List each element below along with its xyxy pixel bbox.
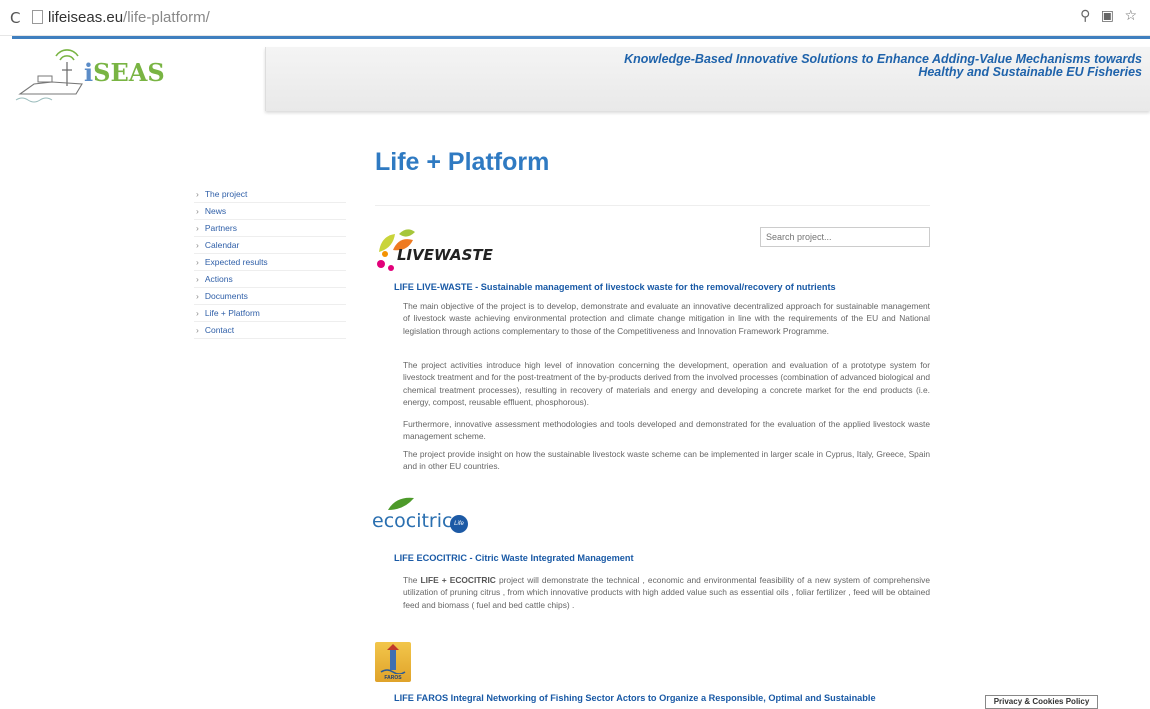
project-title-livewaste[interactable]: LIFE LIVE-WASTE - Sustainable management… (394, 282, 836, 292)
nav-item-actions[interactable]: › Actions (194, 271, 346, 288)
project-title-faros[interactable]: LIFE FAROS Integral Networking of Fishin… (394, 693, 876, 703)
main-content: Life + Platform (375, 148, 930, 206)
chevron-right-icon: › (196, 223, 199, 233)
livewaste-paragraph-1: The main objective of the project is to … (403, 301, 930, 336)
nav-item-partners[interactable]: › Partners (194, 220, 346, 237)
livewaste-paragraph-3: Furthermore, innovative assessment metho… (403, 419, 930, 442)
ship-antenna-icon (15, 49, 83, 103)
life-badge-icon: Life (450, 515, 468, 533)
lighthouse-icon (380, 644, 406, 675)
ecocitric-logo[interactable]: ecocitric Life (372, 496, 472, 540)
chevron-right-icon: › (196, 257, 199, 267)
livewaste-wordmark: LIVEWASTE (397, 246, 493, 264)
privacy-cookies-button[interactable]: Privacy & Cookies Policy (985, 695, 1098, 709)
project-title-ecocitric[interactable]: LIFE ECOCITRIC - Citric Waste Integrated… (394, 553, 634, 563)
chevron-right-icon: › (196, 291, 199, 301)
nav-item-news[interactable]: › News (194, 203, 346, 220)
chevron-right-icon: › (196, 189, 199, 199)
chevron-right-icon: › (196, 240, 199, 250)
nav-item-contact[interactable]: › Contact (194, 322, 346, 339)
nav-item-calendar[interactable]: › Calendar (194, 237, 346, 254)
faros-label: FAROS (384, 675, 402, 681)
chevron-right-icon: › (196, 325, 199, 335)
nav-item-life-platform[interactable]: › Life + Platform (194, 305, 346, 322)
livewaste-paragraph-4: The project provide insight on how the s… (403, 449, 930, 472)
livewaste-paragraph-2: The project activities introduce high le… (403, 360, 930, 407)
nav-item-expected-results[interactable]: › Expected results (194, 254, 346, 271)
livewaste-logo[interactable]: LIVEWASTE (375, 226, 493, 274)
search-input[interactable] (760, 227, 930, 247)
page-title: Life + Platform (375, 148, 550, 176)
ecocitric-paragraph: The LIFE + ECOCITRIC project will demons… (403, 575, 931, 610)
sidebar-nav: › The project › News › Partners › Calendar ›… (194, 186, 346, 339)
nav-item-documents[interactable]: › Documents (194, 288, 346, 305)
ecocitric-wordmark: ecocitric (372, 510, 453, 532)
tagline-banner: Knowledge-Based Innovative Solutions to … (265, 47, 1150, 111)
browser-tools-icons[interactable]: ⚲ ▣ ☆ (1080, 8, 1140, 24)
address-bar[interactable]: lifeiseas.eu/life-platform/ (48, 9, 210, 26)
logo-wordmark: iSEAS (84, 58, 165, 87)
faros-logo[interactable]: FAROS (375, 642, 411, 682)
reload-icon[interactable]: C (10, 9, 20, 27)
page-icon (32, 10, 43, 24)
url-host: lifeiseas.eu (48, 9, 124, 26)
tagline: Knowledge-Based Innovative Solutions to … (624, 52, 1142, 79)
header-accent-line (12, 36, 1150, 39)
site-header: iSEAS Knowledge-Based Innovative Solutio… (0, 36, 1150, 122)
browser-toolbar: C lifeiseas.eu/life-platform/ ⚲ ▣ ☆ (0, 0, 1150, 36)
chevron-right-icon: › (196, 308, 199, 318)
title-divider (375, 205, 930, 206)
site-logo[interactable]: iSEAS (12, 46, 257, 116)
chevron-right-icon: › (196, 274, 199, 284)
url-path: /life-platform/ (123, 9, 210, 26)
chevron-right-icon: › (196, 206, 199, 216)
nav-item-the-project[interactable]: › The project (194, 186, 346, 203)
